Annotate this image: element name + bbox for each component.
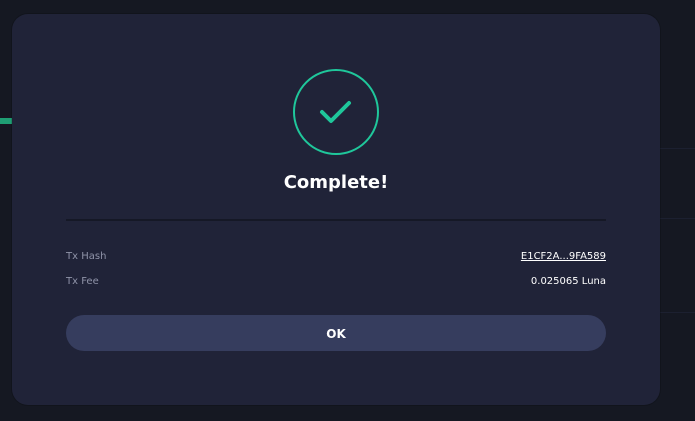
tx-fee-value: 0.025065 Luna bbox=[530, 276, 606, 287]
modal-divider bbox=[66, 219, 606, 221]
tx-fee-row: Tx Fee 0.025065 Luna bbox=[66, 276, 606, 292]
ok-button[interactable]: OK bbox=[66, 315, 606, 351]
modal-title: Complete! bbox=[283, 172, 389, 193]
backdrop-divider bbox=[660, 218, 695, 219]
checkmark-icon bbox=[320, 101, 351, 123]
tx-hash-row: Tx Hash E1CF2A...9FA589 bbox=[66, 251, 606, 267]
transaction-complete-modal: Complete! Tx Hash E1CF2A...9FA589 Tx Fee… bbox=[12, 14, 660, 405]
check-circle-icon bbox=[293, 69, 379, 155]
tx-hash-link[interactable]: E1CF2A...9FA589 bbox=[521, 251, 606, 262]
backdrop-divider bbox=[660, 148, 695, 149]
backdrop-divider bbox=[660, 312, 695, 313]
tx-fee-label: Tx Fee bbox=[66, 276, 99, 287]
tx-hash-label: Tx Hash bbox=[66, 251, 107, 262]
